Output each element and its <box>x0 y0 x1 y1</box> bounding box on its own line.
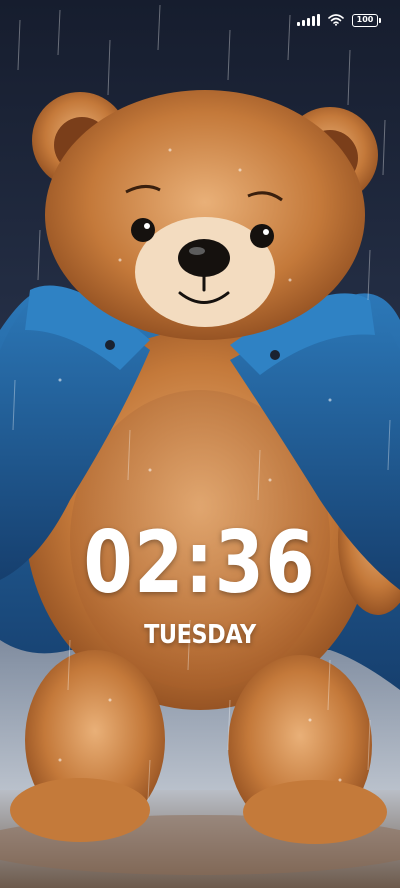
signal-icon <box>297 14 320 26</box>
status-bar: 100 <box>297 10 381 30</box>
teddy-bear-wallpaper <box>0 0 400 888</box>
wifi-icon <box>328 14 344 26</box>
battery-icon: 100 <box>352 13 381 27</box>
battery-level: 100 <box>356 15 374 24</box>
clock-time: 02:36 <box>83 513 317 613</box>
lock-screen-clock: 02:36 TUESDAY <box>0 520 400 650</box>
wallpaper <box>0 0 400 888</box>
clock-day: TUESDAY <box>144 620 256 650</box>
